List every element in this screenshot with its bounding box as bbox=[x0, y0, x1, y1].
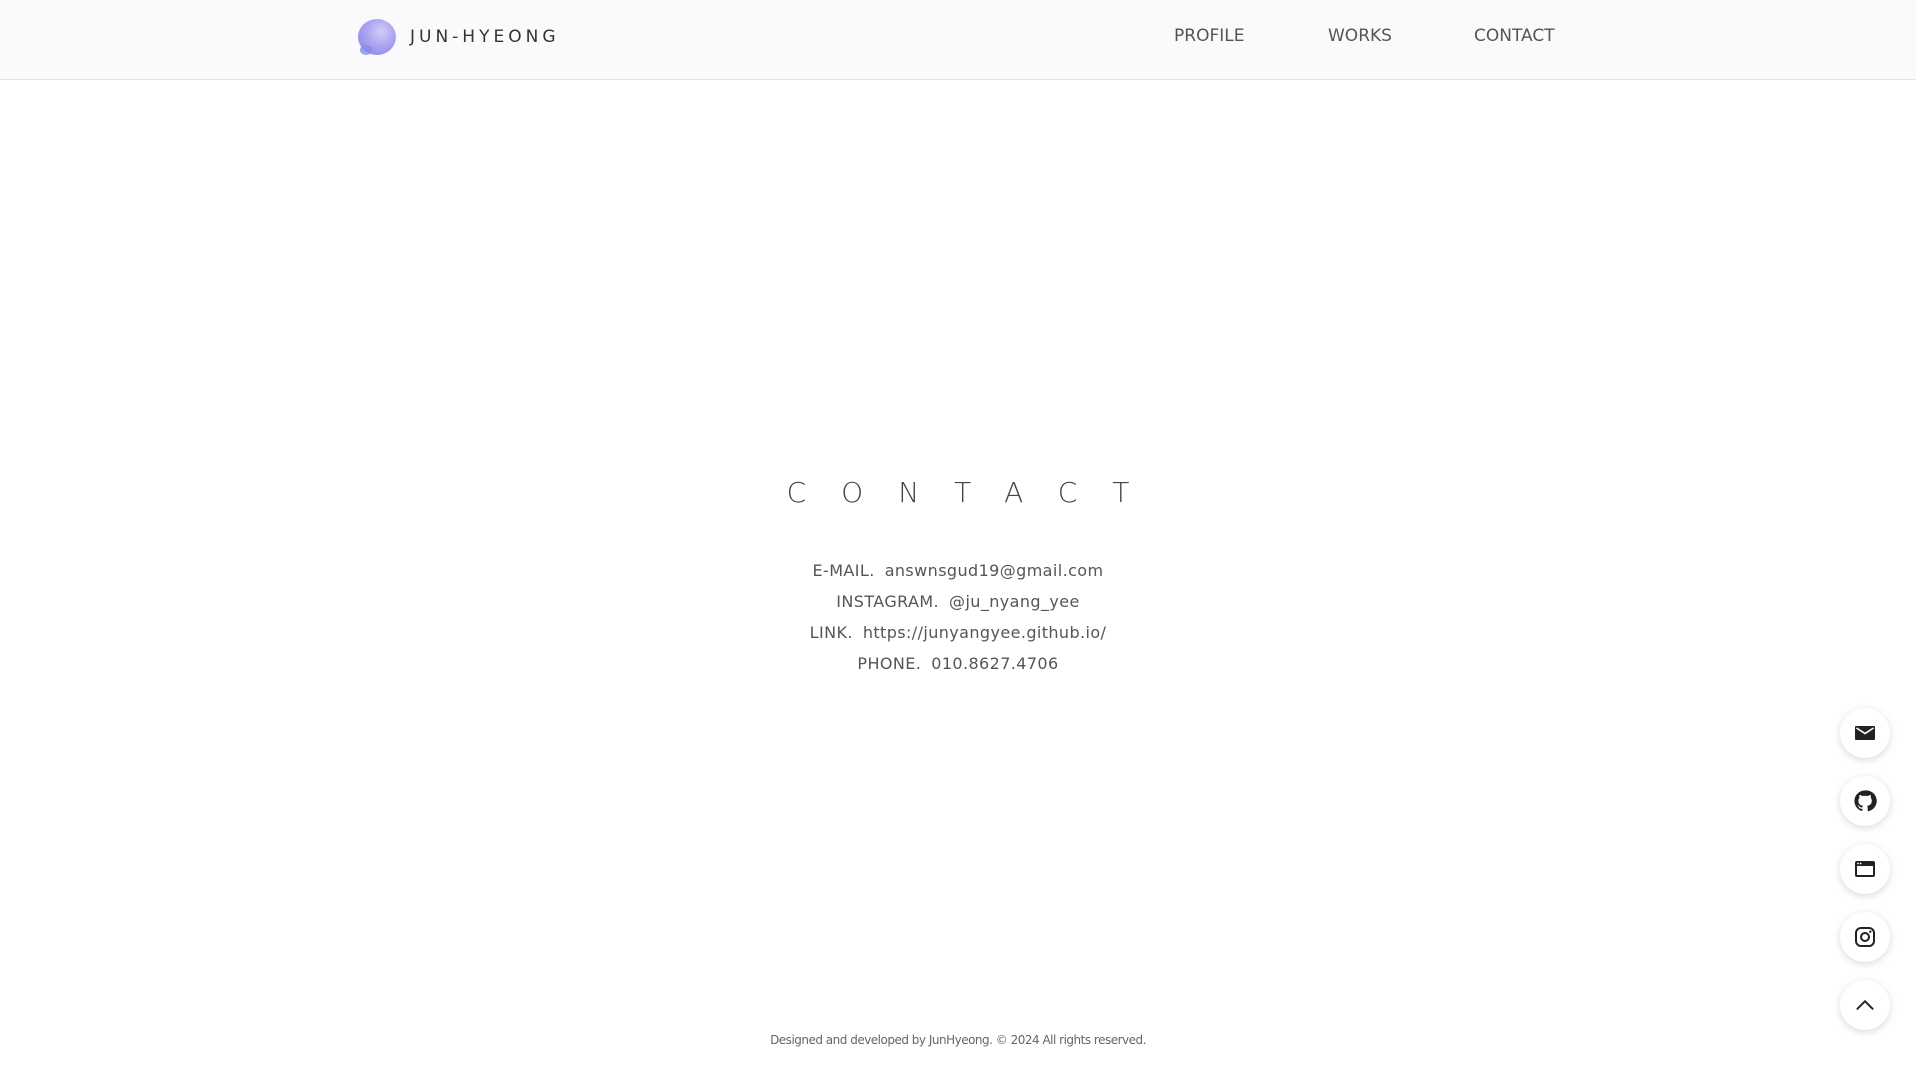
mail-icon bbox=[1855, 726, 1875, 740]
contact-email-value[interactable]: answnsgud19@gmail.com bbox=[885, 561, 1104, 580]
contact-link-value[interactable]: https://junyangyee.github.io/ bbox=[863, 623, 1107, 642]
browser-card-icon bbox=[1855, 861, 1875, 877]
contact-email-row: E-MAIL. answnsgud19@gmail.com bbox=[0, 558, 1916, 589]
instagram-icon bbox=[1855, 927, 1875, 947]
main-nav: PROFILE WORKS CONTACT bbox=[0, 26, 1916, 52]
mail-button[interactable] bbox=[1840, 708, 1890, 758]
contact-phone-value: 010.8627.4706 bbox=[931, 654, 1059, 673]
nav-works[interactable]: WORKS bbox=[1328, 26, 1392, 46]
chevron-up-icon bbox=[1856, 1000, 1874, 1010]
contact-list: E-MAIL. answnsgud19@gmail.com INSTAGRAM. @… bbox=[0, 558, 1916, 682]
github-icon bbox=[1854, 790, 1877, 812]
website-button[interactable] bbox=[1840, 844, 1890, 894]
floating-button-stack bbox=[1840, 708, 1890, 1048]
github-button[interactable] bbox=[1840, 776, 1890, 826]
contact-link-label: LINK. bbox=[809, 623, 853, 642]
instagram-button[interactable] bbox=[1840, 912, 1890, 962]
contact-instagram-value[interactable]: @ju_nyang_yee bbox=[949, 592, 1080, 611]
contact-section-title: CONTACT bbox=[786, 476, 1165, 509]
contact-instagram-label: INSTAGRAM. bbox=[836, 592, 940, 611]
contact-phone-row: PHONE. 010.8627.4706 bbox=[0, 651, 1916, 682]
contact-email-label: E-MAIL. bbox=[812, 561, 875, 580]
contact-phone-label: PHONE. bbox=[857, 654, 922, 673]
nav-profile[interactable]: PROFILE bbox=[1174, 26, 1244, 46]
contact-instagram-row: INSTAGRAM. @ju_nyang_yee bbox=[0, 589, 1916, 620]
footer-copyright: Designed and developed by JunHyeong. © 2… bbox=[770, 1033, 1146, 1047]
scroll-top-button[interactable] bbox=[1840, 980, 1890, 1030]
contact-link-row: LINK. https://junyangyee.github.io/ bbox=[0, 620, 1916, 651]
site-header: JUN-HYEONG PROFILE WORKS CONTACT bbox=[0, 0, 1916, 80]
nav-contact[interactable]: CONTACT bbox=[1474, 26, 1555, 46]
